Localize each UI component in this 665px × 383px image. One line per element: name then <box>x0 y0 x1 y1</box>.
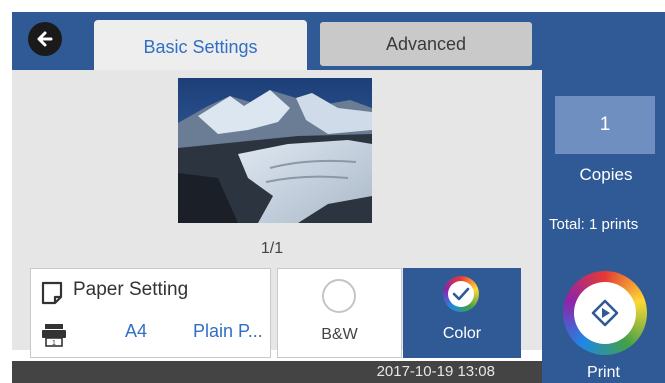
back-button[interactable] <box>28 22 62 56</box>
main-panel: 1/1 Paper Setting 1 A4 Plain P... B&W Co… <box>12 70 542 358</box>
bw-label: B&W <box>321 326 358 343</box>
svg-text:1: 1 <box>52 340 56 347</box>
color-selected-icon <box>443 276 479 312</box>
bw-mode-button[interactable]: B&W <box>277 268 402 358</box>
color-mode-button[interactable]: Color <box>403 268 521 358</box>
print-preview <box>178 78 372 223</box>
status-bar: 2017-10-19 13:08 <box>12 361 542 383</box>
copies-input[interactable]: 1 <box>555 96 655 154</box>
tab-basic-settings[interactable]: Basic Settings <box>94 20 307 74</box>
paper-setting-title: Paper Setting <box>73 279 189 300</box>
checkmark-icon <box>452 287 470 301</box>
back-arrow-icon <box>37 31 53 47</box>
top-bar: Basic Settings Advanced <box>12 12 542 74</box>
print-button[interactable] <box>563 271 647 355</box>
print-label: Print <box>587 364 620 381</box>
paper-size-value: A4 <box>125 321 148 341</box>
paper-setting-button[interactable]: Paper Setting 1 A4 Plain P... <box>30 268 271 358</box>
date-time: 2017-10-19 13:08 <box>376 363 495 380</box>
paper-icon <box>41 281 63 305</box>
printer-screen: Basic Settings Advanced 1/1 Paper Settin… <box>12 12 665 383</box>
page-indicator: 1/1 <box>260 240 284 257</box>
tab-advanced[interactable]: Advanced <box>320 22 532 66</box>
total-prints-label: Total: 1 prints <box>549 216 639 233</box>
copies-label: Copies <box>579 165 633 184</box>
printer-tray-icon: 1 <box>42 324 66 347</box>
color-label: Color <box>442 325 482 342</box>
print-start-icon <box>591 299 619 327</box>
right-panel: 1 Copies Total: 1 prints Print <box>542 12 665 383</box>
paper-type-value: Plain P... <box>193 321 263 341</box>
bw-radio-icon <box>322 279 356 313</box>
